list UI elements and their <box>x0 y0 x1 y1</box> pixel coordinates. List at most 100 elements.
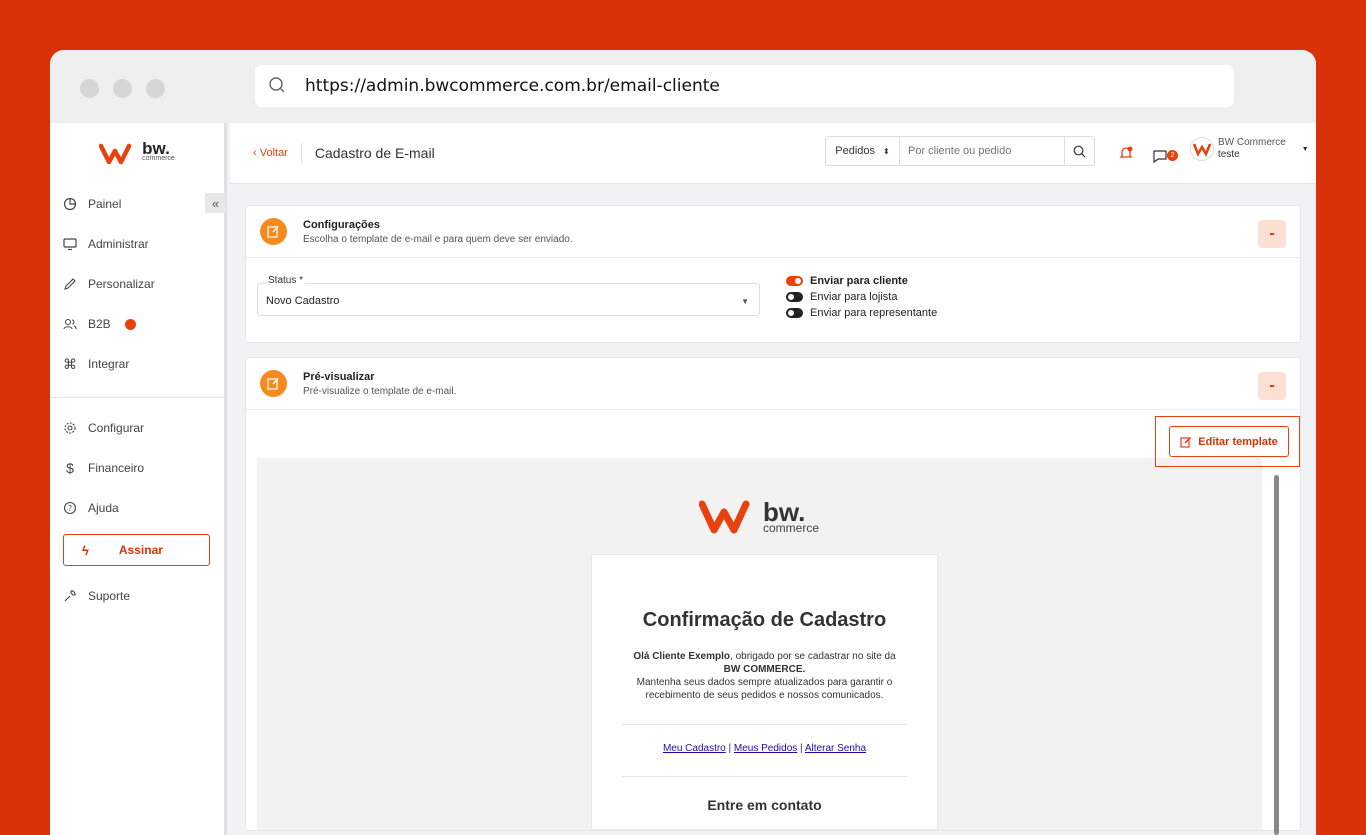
caret-down-icon: ▼ <box>741 297 749 306</box>
sidebar-item-integrar[interactable]: ⌘ Integrar <box>50 344 224 384</box>
preview-collapse-button[interactable]: - <box>1258 372 1286 400</box>
window-dot-close[interactable] <box>80 79 99 98</box>
dollar-icon: $ <box>66 460 74 476</box>
edit-template-button[interactable]: Editar template <box>1169 426 1289 457</box>
email-divider <box>622 776 907 777</box>
config-card-header: Configurações Escolha o template de e-ma… <box>246 206 1300 258</box>
email-divider <box>622 724 907 725</box>
email-heading: Confirmação de Cadastro <box>642 609 887 631</box>
sidebar-item-label: Ajuda <box>88 501 119 515</box>
messages-badge: 2 <box>1167 150 1178 161</box>
email-links: Meu Cadastro | Meus Pedidos | Alterar Se… <box>592 743 937 754</box>
email-body: Confirmação de Cadastro Olá Cliente Exem… <box>591 554 938 830</box>
monitor-icon <box>62 236 78 252</box>
email-preview: bw. commerce Confirmação de Cadastro Olá… <box>257 458 1262 830</box>
sidebar-item-label: Painel <box>88 197 122 211</box>
user-store: teste <box>1218 149 1240 160</box>
search-icon <box>1073 145 1086 157</box>
sidebar-item-painel[interactable]: Painel <box>50 184 224 224</box>
notification-bell-icon[interactable] <box>1118 145 1134 166</box>
browser-chrome: https://admin.bwcommerce.com.br/email-cl… <box>50 50 1316 123</box>
toggle-enviar-representante[interactable]: Enviar para representante <box>786 305 937 321</box>
url-text: https://admin.bwcommerce.com.br/email-cl… <box>305 76 720 96</box>
email-line2: Mantenha seus dados sempre atualizados p… <box>636 677 893 688</box>
sidebar-item-ajuda[interactable]: ? Ajuda <box>50 488 224 528</box>
preview-scrollbar[interactable] <box>1274 475 1279 835</box>
preview-card-body: bw. commerce Confirmação de Cadastro Olá… <box>246 410 1300 835</box>
toggle-switch[interactable] <box>786 276 803 286</box>
search-button[interactable] <box>1064 137 1094 165</box>
toggle-label: Enviar para cliente <box>810 275 908 287</box>
bw-logo-icon <box>699 500 750 534</box>
sidebar-item-b2b[interactable]: B2B <box>50 304 224 344</box>
sidebar-item-label: Personalizar <box>88 277 155 291</box>
avatar <box>1190 137 1214 161</box>
clock-icon <box>62 196 78 212</box>
toggle-enviar-lojista[interactable]: Enviar para lojista <box>786 289 937 305</box>
order-search: Pedidos ⬍ <box>825 136 1095 166</box>
assinar-label: Assinar <box>118 543 163 557</box>
email-brand: BW COMMERCE. <box>723 664 806 675</box>
toggle-switch[interactable] <box>786 292 803 302</box>
svg-text:?: ? <box>68 504 72 513</box>
b2b-badge <box>124 318 136 330</box>
toggle-label: Enviar para representante <box>810 307 938 319</box>
link-alterar-senha[interactable]: Alterar Senha <box>805 743 866 754</box>
search-input[interactable] <box>900 137 1064 165</box>
address-bar[interactable]: https://admin.bwcommerce.com.br/email-cl… <box>255 65 1234 107</box>
sidebar-item-label: Suporte <box>88 589 131 603</box>
sidebar-divider <box>50 397 224 398</box>
logo-text: bw. <box>142 138 170 158</box>
config-card-subtitle: Escolha o template de e-mail e para quem… <box>303 233 573 245</box>
assinar-button[interactable]: ϟ Assinar <box>63 534 210 566</box>
page-title: Cadastro de E-mail <box>314 145 435 161</box>
top-bar: ‹ Voltar Cadastro de E-mail Pedidos ⬍ Po… <box>230 123 1316 184</box>
search-type-select[interactable]: Pedidos ⬍ <box>826 137 900 165</box>
edit-icon <box>1180 436 1192 448</box>
status-value: Novo Cadastro <box>266 295 340 307</box>
status-select[interactable]: Status * Novo Cadastro ▼ <box>257 275 760 316</box>
window-dot-maximize[interactable] <box>146 79 165 98</box>
email-line3: recebimento de seus pedidos e nossos com… <box>645 690 884 701</box>
preview-card-subtitle: Pré-visualize o template de e-mail. <box>303 385 457 397</box>
sidebar-item-label: Financeiro <box>88 461 145 475</box>
window-dot-minimize[interactable] <box>113 79 132 98</box>
bw-logo-icon <box>99 143 132 164</box>
email-logo-text: bw. <box>763 497 806 527</box>
sidebar: bw. commerce « Painel Administrar Person… <box>50 123 227 835</box>
sidebar-item-configurar[interactable]: Configurar <box>50 408 224 448</box>
toggle-enviar-cliente[interactable]: Enviar para cliente <box>786 273 937 289</box>
browser-window: https://admin.bwcommerce.com.br/email-cl… <box>50 50 1316 835</box>
sidebar-item-label: B2B <box>88 317 111 331</box>
sidebar-item-financeiro[interactable]: $ Financeiro <box>50 448 224 488</box>
topbar-divider <box>300 143 302 163</box>
sidebar-collapse-button[interactable]: « <box>205 193 226 213</box>
brand-logo[interactable]: bw. commerce <box>50 123 224 184</box>
link-meus-pedidos[interactable]: Meus Pedidos <box>734 743 797 754</box>
toggle-switch[interactable] <box>786 308 803 318</box>
pencil-icon <box>62 276 78 292</box>
sidebar-item-label: Administrar <box>88 237 149 251</box>
logo-subtext: commerce <box>142 154 175 162</box>
messages-icon[interactable]: 2 <box>1152 148 1178 164</box>
help-icon: ? <box>62 500 78 516</box>
search-icon <box>269 77 285 93</box>
link-meu-cadastro[interactable]: Meu Cadastro <box>663 743 726 754</box>
wrench-icon <box>62 588 78 604</box>
select-arrows-icon: ⬍ <box>883 146 890 156</box>
email-message: Olá Cliente Exemplo, obrigado por se cad… <box>592 650 937 702</box>
user-menu[interactable]: BW Commerce teste ▼ <box>1190 137 1309 161</box>
email-logo-subtext: commerce <box>763 521 820 535</box>
recipient-toggles: Enviar para cliente Enviar para lojista … <box>786 273 937 321</box>
topbar-icons: 2 <box>1118 145 1178 166</box>
lightning-icon: ϟ <box>82 542 89 558</box>
gear-icon <box>62 420 78 436</box>
sidebar-item-administrar[interactable]: Administrar <box>50 224 224 264</box>
edit-icon <box>260 370 287 397</box>
back-link[interactable]: ‹ Voltar <box>253 147 288 159</box>
config-collapse-button[interactable]: - <box>1258 220 1286 248</box>
chevron-down-icon: ▼ <box>1301 145 1309 153</box>
search-type-value: Pedidos <box>835 145 876 157</box>
sidebar-item-personalizar[interactable]: Personalizar <box>50 264 224 304</box>
sidebar-item-suporte[interactable]: Suporte <box>50 576 224 616</box>
